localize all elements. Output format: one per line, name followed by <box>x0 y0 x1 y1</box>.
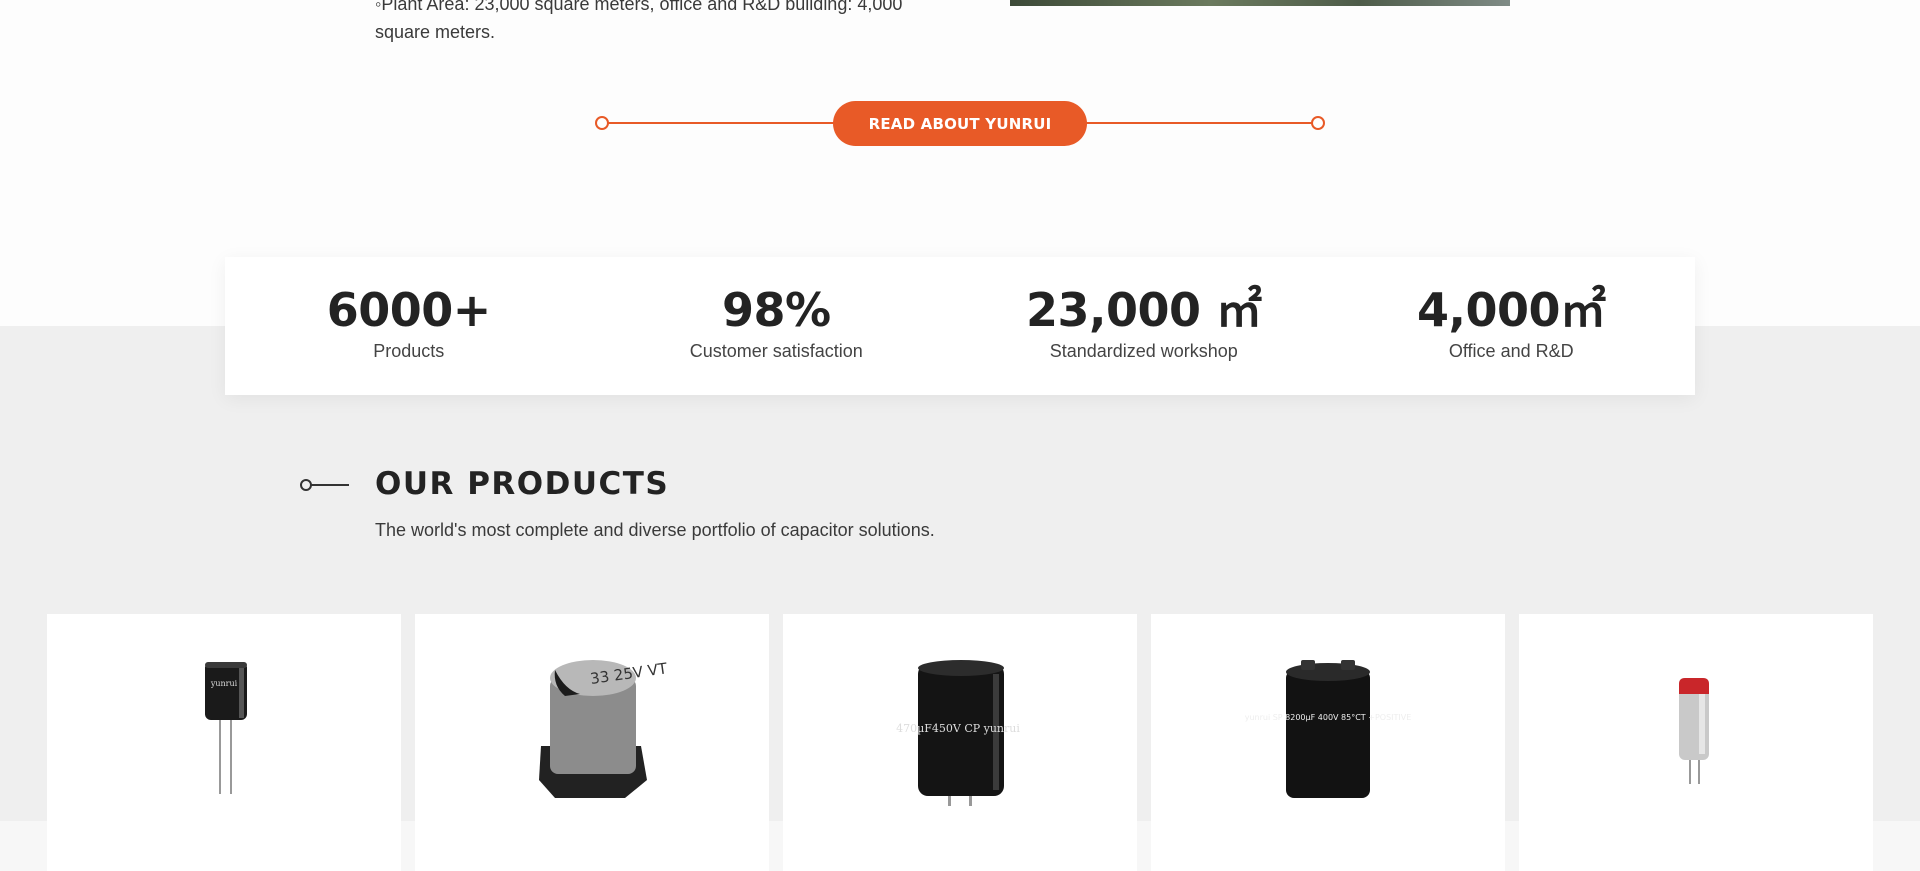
read-about-button[interactable]: READ ABOUT YUNRUI <box>833 101 1087 146</box>
products-subtitle: The world's most complete and diverse po… <box>375 520 935 540</box>
stat-label: Standardized workshop <box>1049 341 1238 361</box>
product-card-snapin[interactable]: 470µF450V CP yunrui <box>783 614 1137 871</box>
stat-satisfaction: 98% Customer satisfaction <box>593 257 961 395</box>
capacitor-marking: 470µF450V CP yunrui <box>896 722 1020 735</box>
stats-card: 6000+ Products 98% Customer satisfaction… <box>225 257 1695 395</box>
stat-office: 4,000㎡ Office and R&D <box>1328 257 1696 395</box>
stat-value: 6000+ <box>326 283 492 337</box>
about-text: ◦Plant Area: 23,000 square meters, offic… <box>375 0 903 42</box>
stat-value: 4,000㎡ <box>1416 283 1606 337</box>
stat-value: 98% <box>721 283 831 337</box>
stat-label: Office and R&D <box>1448 341 1574 361</box>
stat-value: 23,000 ㎡ <box>1025 283 1262 337</box>
product-card-polymer[interactable] <box>1519 614 1873 871</box>
screw-terminal-capacitor-icon: yunrui SP 8200µF 400V 85°CT +POSITIVE <box>1245 660 1412 798</box>
stat-label: Products <box>373 341 445 361</box>
capacitor-marking: yunrui <box>210 679 238 688</box>
connector-dot-right <box>1311 116 1325 130</box>
product-card-radial[interactable]: yunrui <box>47 614 401 871</box>
connector-dot-left <box>595 116 609 130</box>
products-title: OUR PRODUCTS <box>375 466 670 502</box>
snap-in-capacitor-icon: 470µF450V CP yunrui <box>896 660 1020 806</box>
polymer-capacitor-icon <box>1679 678 1709 784</box>
stat-label: Customer satisfaction <box>689 341 863 361</box>
product-card-screw[interactable]: yunrui SP 8200µF 400V 85°CT +POSITIVE <box>1151 614 1505 871</box>
heading-line <box>308 484 349 486</box>
capacitor-marking: yunrui SP 8200µF 400V 85°CT +POSITIVE <box>1245 713 1412 722</box>
page: ◦Plant Area: 23,000 square meters, offic… <box>0 0 1920 871</box>
smd-capacitor-icon: 33 25V VT <box>539 659 669 798</box>
stat-products: 6000+ Products <box>225 257 593 395</box>
stat-workshop: 23,000 ㎡ Standardized workshop <box>960 257 1328 395</box>
product-card-smd[interactable]: 33 25V VT <box>415 614 769 871</box>
radial-capacitor-icon: yunrui <box>205 662 247 794</box>
heading-dot-icon <box>300 479 312 491</box>
factory-image <box>1010 0 1510 6</box>
